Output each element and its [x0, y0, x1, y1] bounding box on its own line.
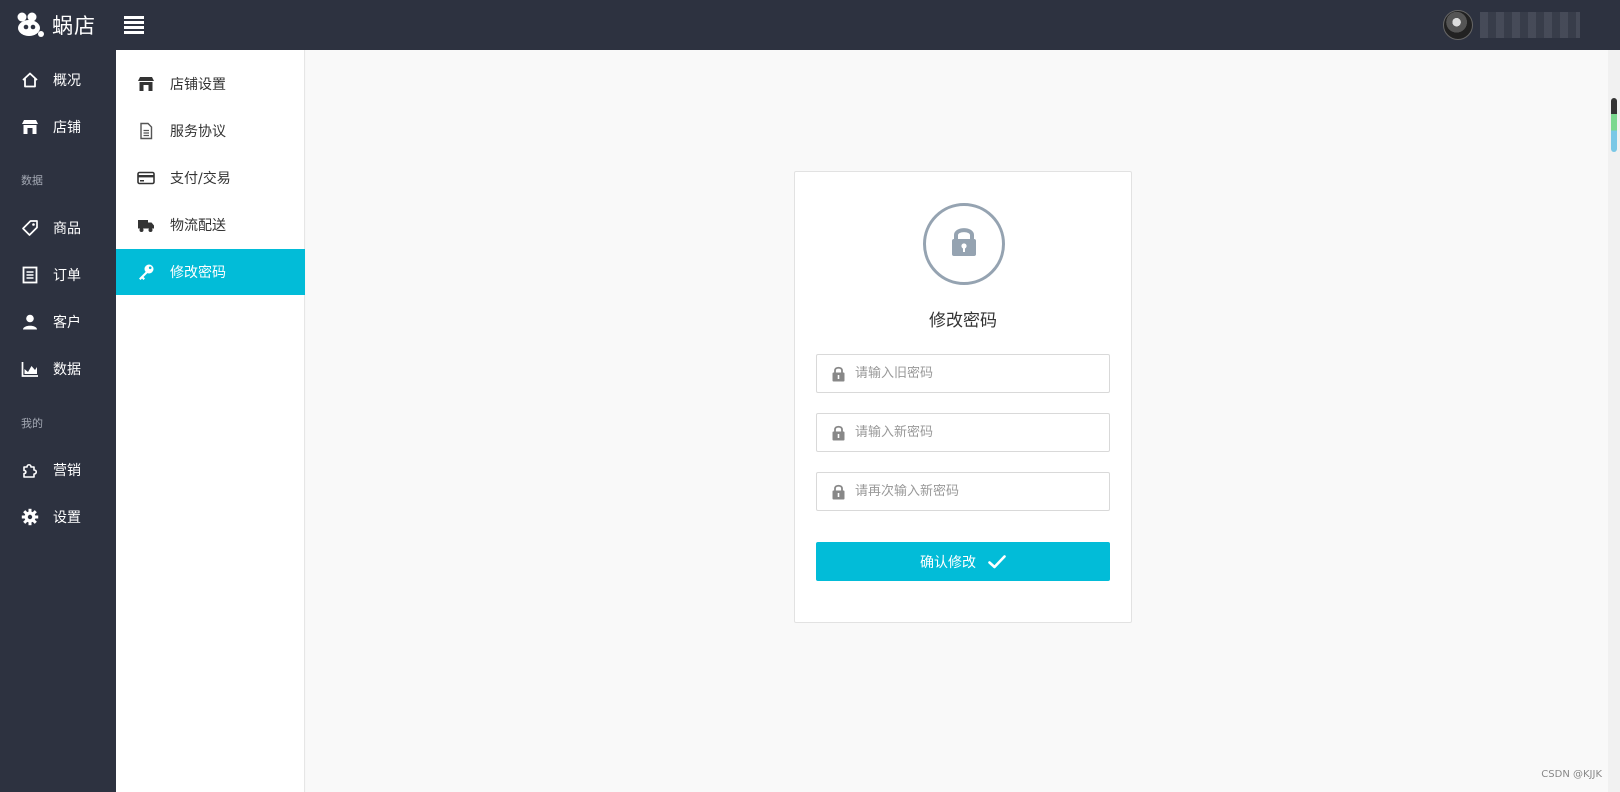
- page-scrollbar[interactable]: [1608, 50, 1620, 792]
- sidebar-item-store[interactable]: 店铺: [0, 105, 116, 149]
- subnav-item-payment[interactable]: 支付/交易: [116, 155, 305, 201]
- sidebar-item-orders[interactable]: 订单: [0, 253, 116, 297]
- new-password-input[interactable]: [855, 425, 1095, 440]
- sidebar-item-customers[interactable]: 客户: [0, 300, 116, 344]
- sidebar-item-marketing[interactable]: 营销: [0, 448, 116, 492]
- subnav-item-service-agreement[interactable]: 服务协议: [116, 108, 305, 154]
- gear-icon: [20, 508, 39, 527]
- watermark: CSDN @KJJK: [1541, 769, 1602, 780]
- sidebar-item-overview[interactable]: 概况: [0, 58, 116, 102]
- chart-icon: [20, 360, 39, 379]
- subnav-item-logistics[interactable]: 物流配送: [116, 202, 305, 248]
- subnav-item-store-settings[interactable]: 店铺设置: [116, 61, 305, 107]
- truck-icon: [136, 215, 156, 235]
- sidebar-item-settings[interactable]: 设置: [0, 495, 116, 539]
- menu-toggle-icon[interactable]: [124, 16, 144, 34]
- checkmark-icon: [988, 554, 1006, 569]
- sidebar-item-label: 客户: [53, 315, 81, 331]
- sidebar-item-products[interactable]: 商品: [0, 206, 116, 250]
- puzzle-icon: [20, 461, 39, 480]
- app-name: 蜗店: [52, 14, 96, 38]
- app-logo[interactable]: 蜗店: [16, 12, 96, 38]
- confirm-button-label: 确认修改: [920, 554, 976, 571]
- subnav-item-change-password[interactable]: 修改密码: [116, 249, 305, 295]
- key-icon: [136, 262, 156, 282]
- document-icon: [136, 121, 156, 141]
- new-password-field[interactable]: [816, 413, 1110, 452]
- section-label-data: 数据: [21, 174, 43, 187]
- subnav-item-label: 物流配送: [170, 218, 226, 234]
- subnav-item-label: 修改密码: [170, 265, 226, 281]
- store-icon: [136, 74, 156, 94]
- section-label-mine: 我的: [21, 417, 43, 430]
- form-title: 修改密码: [929, 311, 997, 331]
- confirm-change-button[interactable]: 确认修改: [816, 542, 1110, 581]
- old-password-field[interactable]: [816, 354, 1110, 393]
- confirm-password-input[interactable]: [855, 484, 1095, 499]
- lock-badge: [923, 203, 1005, 285]
- confirm-password-field[interactable]: [816, 472, 1110, 511]
- subnav-item-label: 店铺设置: [170, 77, 226, 93]
- sidebar-item-label: 店铺: [53, 120, 81, 136]
- settings-subnav: 店铺设置 服务协议 支付/交易 物流配送 修改密码: [116, 50, 305, 792]
- sidebar-item-label: 概况: [53, 73, 81, 89]
- lock-icon: [831, 425, 845, 441]
- avatar[interactable]: [1443, 10, 1473, 40]
- username-blurred[interactable]: [1480, 12, 1580, 38]
- scrollbar-thumb[interactable]: [1611, 98, 1617, 152]
- store-icon: [20, 118, 39, 137]
- change-password-card: 修改密码 确认修改: [794, 171, 1132, 623]
- snail-logo-icon: [16, 12, 46, 38]
- sidebar-item-label: 营销: [53, 463, 81, 479]
- top-bar: 蜗店: [0, 0, 1620, 50]
- tag-icon: [20, 219, 39, 238]
- lock-icon: [831, 484, 845, 500]
- sidebar-item-label: 设置: [53, 510, 81, 526]
- subnav-item-label: 支付/交易: [170, 171, 231, 187]
- lock-icon: [831, 366, 845, 382]
- sidebar-item-label: 数据: [53, 362, 81, 378]
- old-password-input[interactable]: [855, 366, 1095, 381]
- credit-card-icon: [136, 168, 156, 188]
- left-sidebar: 概况 店铺 数据 商品 订单 客户 数据 我的 营销 设置: [0, 50, 116, 792]
- sidebar-item-label: 商品: [53, 221, 81, 237]
- sidebar-item-label: 订单: [53, 268, 81, 284]
- sidebar-item-data[interactable]: 数据: [0, 347, 116, 391]
- subnav-item-label: 服务协议: [170, 124, 226, 140]
- user-icon: [20, 313, 39, 332]
- order-icon: [20, 266, 39, 285]
- home-icon: [20, 71, 39, 90]
- lock-icon: [946, 224, 982, 264]
